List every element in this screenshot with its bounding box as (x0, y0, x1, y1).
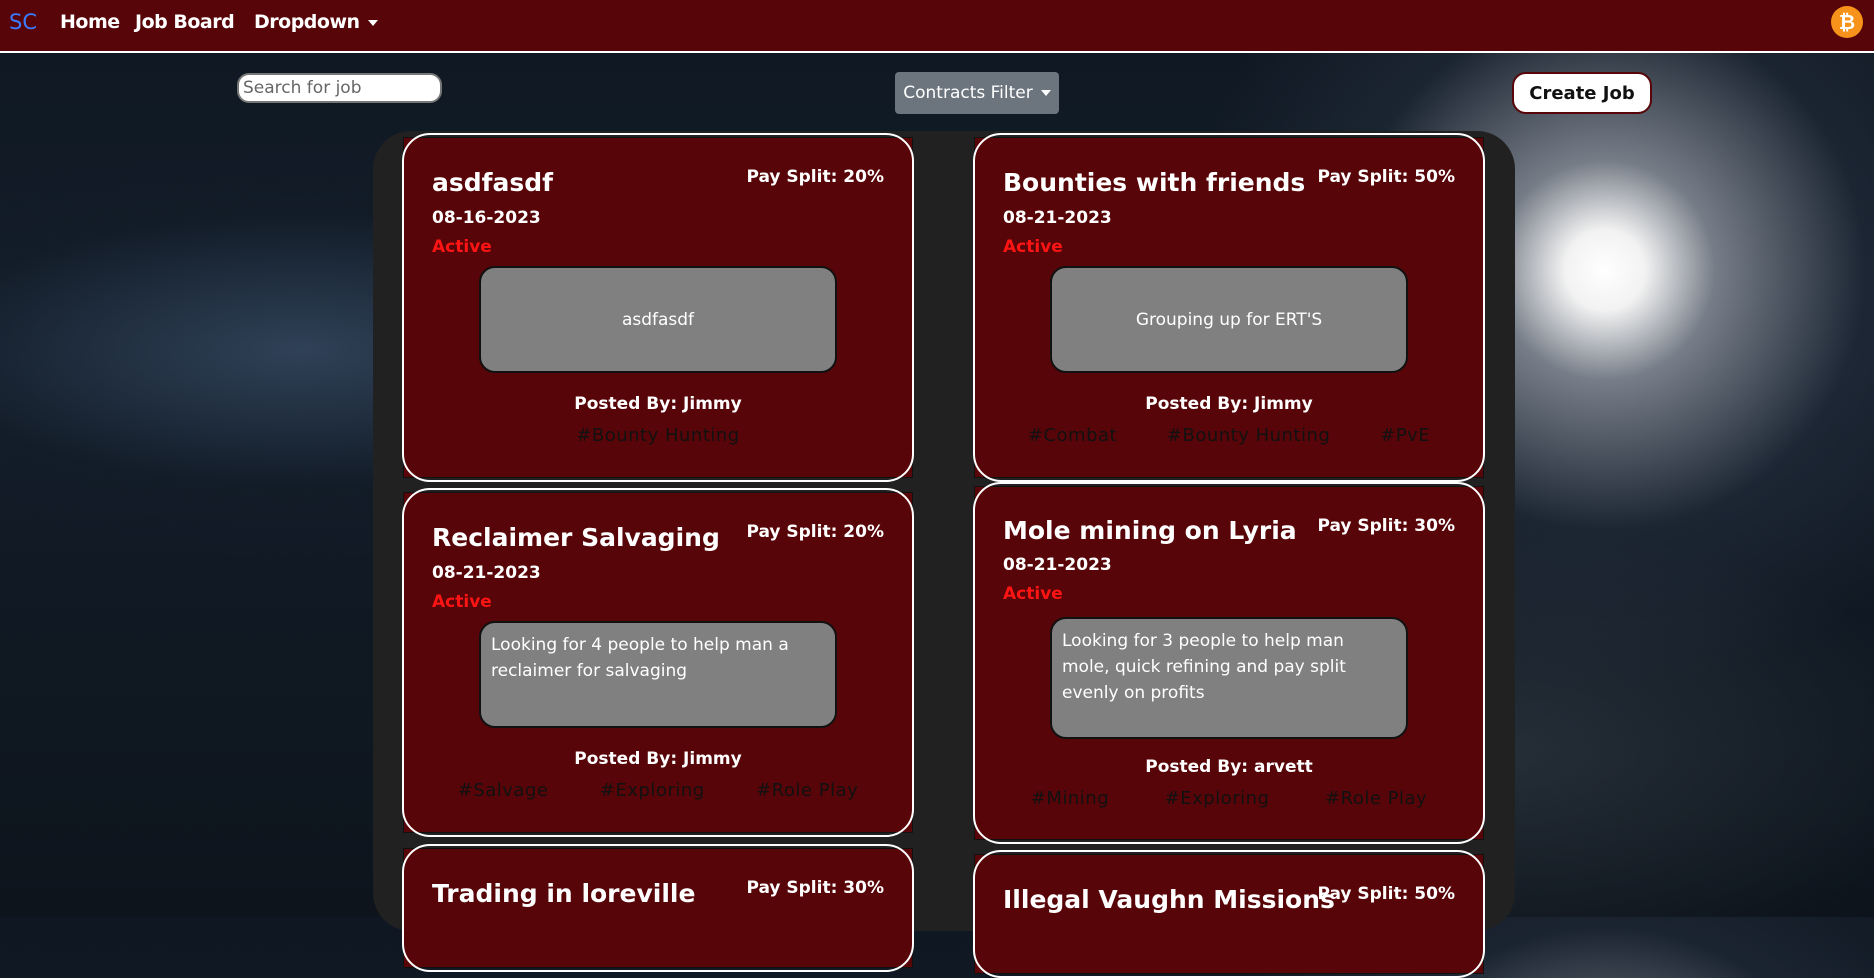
job-card[interactable]: Reclaimer Salvaging Pay Split: 20% 08-21… (402, 488, 914, 837)
pay-split: Pay Split: 30% (746, 878, 884, 898)
tag[interactable]: #Role Play (756, 780, 858, 801)
job-card[interactable]: Mole mining on Lyria Pay Split: 30% 08-2… (973, 482, 1485, 844)
job-title: Reclaimer Salvaging (432, 523, 720, 552)
tag-list: #Bounty Hunting (432, 425, 884, 446)
job-date: 08-21-2023 (1003, 555, 1112, 575)
status-badge: Active (432, 237, 492, 257)
nav-dropdown-toggle[interactable]: Dropdown (254, 11, 378, 33)
nav-job-board-link[interactable]: Job Board (135, 11, 235, 33)
chevron-down-icon (1040, 90, 1051, 96)
job-description: asdfasdf (479, 266, 837, 373)
tag[interactable]: #Salvage (458, 780, 549, 801)
job-date: 08-21-2023 (1003, 208, 1112, 228)
contracts-filter-label: Contracts Filter (903, 83, 1033, 103)
status-badge: Active (432, 592, 492, 612)
posted-by: Posted By: Jimmy (574, 394, 742, 414)
job-card[interactable]: Illegal Vaughn Missions Pay Split: 50% (973, 850, 1485, 978)
status-badge: Active (1003, 237, 1063, 257)
nav-home-link[interactable]: Home (60, 11, 120, 33)
bitcoin-icon[interactable]: ₿ (1831, 6, 1863, 38)
tag[interactable]: #Combat (1028, 425, 1117, 446)
tag[interactable]: #Exploring (1165, 788, 1270, 809)
job-description: Grouping up for ERT'S (1050, 266, 1408, 373)
nav-dropdown-label: Dropdown (254, 11, 360, 33)
job-card[interactable]: Bounties with friends Pay Split: 50% 08-… (973, 133, 1485, 482)
tag-list: #Salvage #Exploring #Role Play (432, 780, 884, 801)
search-input[interactable] (237, 73, 442, 103)
posted-by: Posted By: Jimmy (574, 749, 742, 769)
status-badge: Active (1003, 584, 1063, 604)
pay-split: Pay Split: 20% (746, 167, 884, 187)
pay-split: Pay Split: 30% (1317, 516, 1455, 536)
tag[interactable]: #PvE (1380, 425, 1430, 446)
pay-split: Pay Split: 50% (1317, 884, 1455, 904)
job-title: Trading in loreville (432, 879, 696, 908)
tag-list: #Combat #Bounty Hunting #PvE (1003, 425, 1455, 446)
job-description: Looking for 3 people to help man mole, q… (1050, 617, 1408, 739)
tag[interactable]: #Role Play (1325, 788, 1427, 809)
posted-by: Posted By: Jimmy (1145, 394, 1313, 414)
create-job-button[interactable]: Create Job (1512, 72, 1652, 114)
contracts-filter-button[interactable]: Contracts Filter (895, 72, 1059, 114)
navbar: SC Home Job Board Dropdown ₿ (0, 0, 1874, 53)
tag-list: #Mining #Exploring #Role Play (1003, 788, 1455, 809)
job-date: 08-21-2023 (432, 563, 541, 583)
job-description: Looking for 4 people to help man a recla… (479, 621, 837, 728)
posted-by: Posted By: arvett (1145, 757, 1313, 777)
tag[interactable]: #Mining (1031, 788, 1109, 809)
job-card[interactable]: Trading in loreville Pay Split: 30% (402, 844, 914, 972)
job-date: 08-16-2023 (432, 208, 541, 228)
job-title: asdfasdf (432, 168, 554, 197)
tag[interactable]: #Exploring (600, 780, 705, 801)
job-title: Mole mining on Lyria (1003, 516, 1297, 545)
pay-split: Pay Split: 50% (1317, 167, 1455, 187)
brand-logo[interactable]: SC (9, 10, 37, 34)
pay-split: Pay Split: 20% (746, 522, 884, 542)
tag[interactable]: #Bounty Hunting (576, 425, 739, 446)
job-card[interactable]: asdfasdf Pay Split: 20% 08-16-2023 Activ… (402, 133, 914, 482)
chevron-down-icon (367, 19, 378, 26)
job-title: Illegal Vaughn Missions (1003, 885, 1335, 914)
tag[interactable]: #Bounty Hunting (1167, 425, 1330, 446)
job-title: Bounties with friends (1003, 168, 1306, 197)
